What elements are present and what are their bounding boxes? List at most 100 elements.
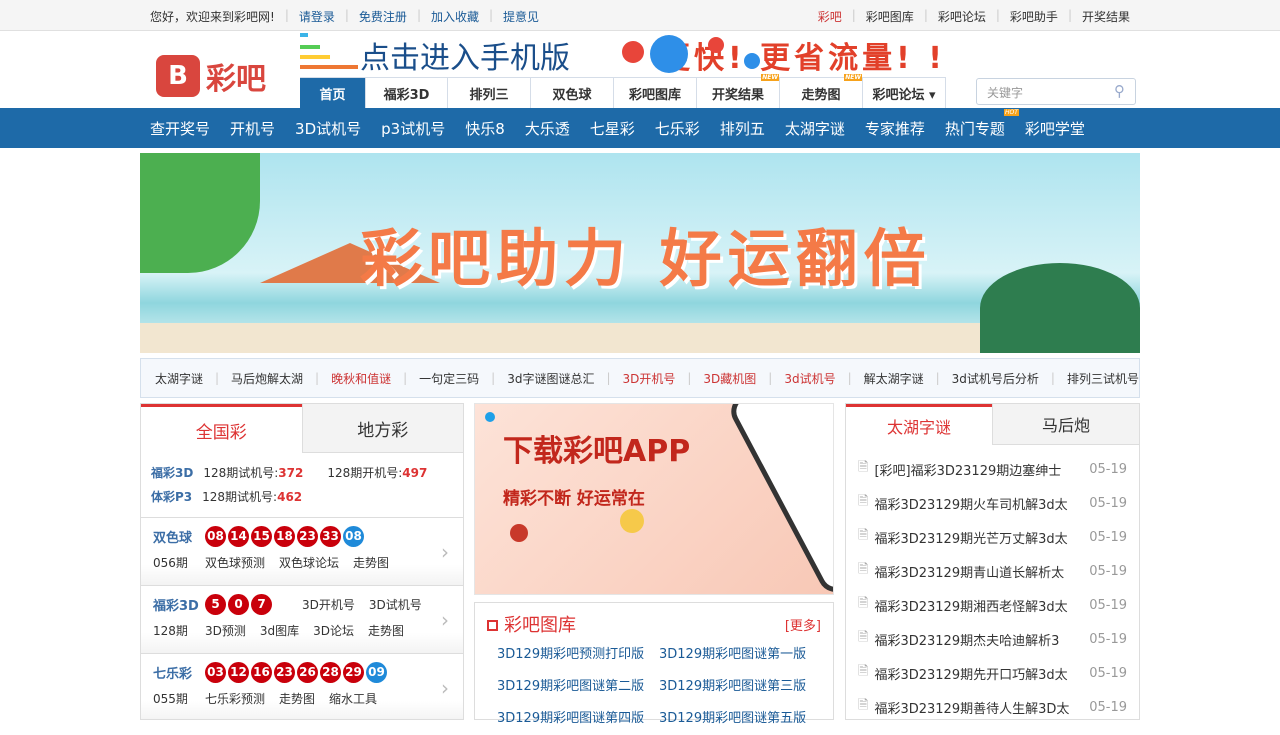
lottery-link[interactable]: 走势图 [353,554,389,571]
extra-link[interactable]: 3D开机号 [302,596,355,613]
news-item[interactable]: 🗎 福彩3D23129期先开口巧解3d太 05-19 [858,656,1127,690]
register-link[interactable]: 免费注册 [359,8,407,25]
news-item[interactable]: 🗎 [彩吧]福彩3D23129期边塞绅士 05-19 [858,452,1127,486]
lottery-link[interactable]: 缩水工具 [329,690,377,707]
quick-link[interactable]: 解太湖字谜 [864,370,924,387]
subnav-item[interactable]: 排列五 [720,118,765,139]
chevron-right-icon[interactable]: › [441,676,449,700]
bookmark-link[interactable]: 加入收藏 [431,8,479,25]
quick-link[interactable]: 3D开机号 [622,370,675,387]
gallery-link[interactable]: 3D129期彩吧图谜第四版 [497,703,659,735]
news-item[interactable]: 🗎 福彩3D23129期光芒万丈解3d太 05-19 [858,520,1127,554]
gallery-link[interactable]: 3D129期彩吧图谜第二版 [497,671,659,703]
top-link-gallery[interactable]: 彩吧图库 [866,8,914,25]
gallery-link[interactable]: 3D129期彩吧预测打印版 [497,639,659,671]
divider: | [215,371,220,385]
tab-local[interactable]: 地方彩 [301,404,463,453]
quick-link[interactable]: 太湖字谜 [155,370,203,387]
gallery-link[interactable]: 3D129期彩吧图谜第三版 [659,671,821,703]
lottery-link[interactable]: 走势图 [279,690,315,707]
gallery-more-link[interactable]: [更多] [785,615,821,634]
search-icon[interactable]: ⚲ [1114,82,1125,100]
extra-link[interactable]: 3D试机号 [369,596,422,613]
quick-link[interactable]: 一句定三码 [419,370,479,387]
quick-link[interactable]: 3d字谜图谜总汇 [507,370,594,387]
lottery-link[interactable]: 走势图 [368,622,404,639]
nav-home[interactable]: 首页 [300,77,366,108]
news-title[interactable]: 福彩3D23129期杰夫哈迪解析3 [874,630,1089,649]
lottery-link[interactable]: 双色球预测 [205,554,265,571]
news-title[interactable]: 福彩3D23129期光芒万丈解3d太 [874,528,1089,547]
download-app-banner[interactable]: 下载彩吧APP 精彩不断 好运常在 [474,403,834,595]
news-title[interactable]: 福彩3D23129期湘西老怪解3d太 [874,596,1089,615]
top-link-assistant[interactable]: 彩吧助手 [1010,8,1058,25]
tab-national[interactable]: 全国彩 [141,404,302,453]
nav-fc3d[interactable]: 福彩3D [366,77,448,108]
news-item[interactable]: 🗎 福彩3D23129期青山道长解析太 05-19 [858,554,1127,588]
subnav-item[interactable]: 快乐8 [465,118,505,139]
chevron-right-icon[interactable]: › [441,608,449,632]
top-link-forum[interactable]: 彩吧论坛 [938,8,986,25]
nav-ssq[interactable]: 双色球 [531,77,614,108]
lottery-link[interactable]: 3d图库 [260,622,299,639]
quick-link[interactable]: 马后炮解太湖 [231,370,303,387]
tab-mahoupao[interactable]: 马后炮 [992,404,1139,445]
divider: | [687,371,692,385]
chevron-right-icon[interactable]: › [441,540,449,564]
search-input[interactable]: 关键字 ⚲ [976,78,1136,105]
subnav-item[interactable]: 查开奖号 [150,118,210,139]
quick-link[interactable]: 晚秋和值谜 [331,370,391,387]
lottery-row[interactable]: 福彩3D 5 0 7 3D开机号 3D试机号 128期 3D预测 3d图库 3D论坛 走势图 › [141,586,463,654]
news-item[interactable]: 🗎 福彩3D23129期善待人生解3D太 05-19 [858,690,1127,719]
hero-banner[interactable]: 彩吧助力 好运翻倍 [140,153,1140,353]
subnav-item[interactable]: 大乐透 [525,118,570,139]
subnav-item[interactable]: 彩吧学堂 [1025,118,1085,139]
subnav-item[interactable]: 开机号 [230,118,275,139]
site-logo[interactable]: B 彩吧 [156,54,266,98]
tab-taihu-riddle[interactable]: 太湖字谜 [846,404,992,445]
new-badge: NEW [844,74,862,81]
news-title[interactable]: 福彩3D23129期青山道长解析太 [874,562,1089,581]
nav-gallery[interactable]: 彩吧图库 [614,77,697,108]
mobile-promo-banner[interactable]: 点击进入手机版 更快! 更省流量! ! [300,33,1140,77]
news-title[interactable]: [彩吧]福彩3D23129期边塞绅士 [874,460,1089,479]
lottery-link[interactable]: 3D论坛 [313,622,354,639]
gallery-link[interactable]: 3D129期彩吧图谜第五版 [659,703,821,735]
top-link-caiba[interactable]: 彩吧 [818,8,842,25]
lottery-name[interactable]: 七乐彩 [153,663,205,682]
news-item[interactable]: 🗎 福彩3D23129期湘西老怪解3d太 05-19 [858,588,1127,622]
subnav-item[interactable]: p3试机号 [381,118,445,139]
nav-forum-dropdown[interactable]: 彩吧论坛 ▾ [863,77,946,108]
lottery-link[interactable]: 双色球论坛 [279,554,339,571]
p3-label[interactable]: 体彩P3 [151,490,192,504]
top-link-results[interactable]: 开奖结果 [1082,8,1130,25]
lottery-row[interactable]: 七乐彩 03 12 16 23 26 28 29 09 055期 七乐彩预测 走势图 缩水工具 › [141,654,463,719]
feedback-link[interactable]: 提意见 [503,8,539,25]
quick-link[interactable]: 3D藏机图 [703,370,756,387]
lottery-link[interactable]: 七乐彩预测 [205,690,265,707]
subnav-item[interactable]: 3D试机号 [295,118,361,139]
lottery-link[interactable]: 3D预测 [205,622,246,639]
quick-link[interactable]: 3d试机号后分析 [952,370,1039,387]
news-item[interactable]: 🗎 福彩3D23129期火车司机解3d太 05-19 [858,486,1127,520]
lottery-row[interactable]: 双色球 08 14 15 18 23 33 08 056期 双色球预测 双色球论坛 走势图 › [141,518,463,586]
lottery-name[interactable]: 福彩3D [153,595,205,614]
quick-link[interactable]: 排列三试机号 [1067,370,1139,387]
login-link[interactable]: 请登录 [299,8,335,25]
news-title[interactable]: 福彩3D23129期先开口巧解3d太 [874,664,1089,683]
subnav-item[interactable]: 七星彩 [590,118,635,139]
fc3d-label[interactable]: 福彩3D [151,466,193,480]
nav-pl3[interactable]: 排列三 [448,77,531,108]
gallery-link[interactable]: 3D129期彩吧图谜第一版 [659,639,821,671]
subnav-item-hot[interactable]: 热门专题 HOT [945,108,1019,139]
subnav-item[interactable]: 专家推荐 [865,118,925,139]
news-title[interactable]: 福彩3D23129期火车司机解3d太 [874,494,1089,513]
subnav-item[interactable]: 太湖字谜 [785,118,845,139]
lottery-name[interactable]: 双色球 [153,527,205,546]
quick-link[interactable]: 3d试机号 [784,370,835,387]
nav-trend[interactable]: 走势图 NEW [780,74,863,108]
news-title[interactable]: 福彩3D23129期善待人生解3D太 [874,698,1089,717]
subnav-item[interactable]: 七乐彩 [655,118,700,139]
nav-results[interactable]: 开奖结果 NEW [697,74,780,108]
news-item[interactable]: 🗎 福彩3D23129期杰夫哈迪解析3 05-19 [858,622,1127,656]
